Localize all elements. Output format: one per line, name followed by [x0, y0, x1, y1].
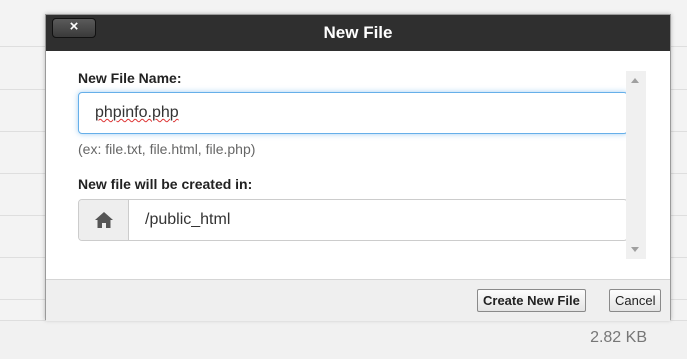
dialog-scrollbar[interactable]: [626, 71, 646, 259]
scroll-down-icon[interactable]: [631, 247, 639, 252]
file-name-input[interactable]: phpinfo.php: [78, 92, 628, 134]
file-size-cell: 2.82 KB: [590, 329, 647, 346]
dialog-footer: Create New File Cancel: [46, 279, 670, 321]
path-value: /public_html: [145, 211, 231, 228]
create-new-file-button[interactable]: Create New File: [477, 289, 586, 312]
close-button[interactable]: ×: [52, 18, 96, 38]
dialog-title: New File: [323, 23, 393, 42]
file-name-hint: (ex: file.txt, file.html, file.php): [78, 141, 256, 157]
cancel-button[interactable]: Cancel: [609, 289, 662, 312]
home-icon: [95, 212, 113, 228]
file-name-label: New File Name:: [78, 70, 182, 86]
close-icon: ×: [69, 18, 79, 35]
dialog-body: New File Name: phpinfo.php (ex: file.txt…: [46, 51, 670, 279]
path-label: New file will be created in:: [78, 176, 253, 192]
path-addon: [79, 200, 129, 240]
file-name-value: phpinfo.php: [95, 104, 179, 121]
dialog-titlebar[interactable]: New File ×: [46, 15, 670, 51]
scroll-up-icon[interactable]: [631, 78, 639, 83]
new-file-dialog: New File × New File Name: phpinfo.php (e…: [45, 14, 671, 321]
path-field[interactable]: /public_html: [78, 199, 628, 241]
